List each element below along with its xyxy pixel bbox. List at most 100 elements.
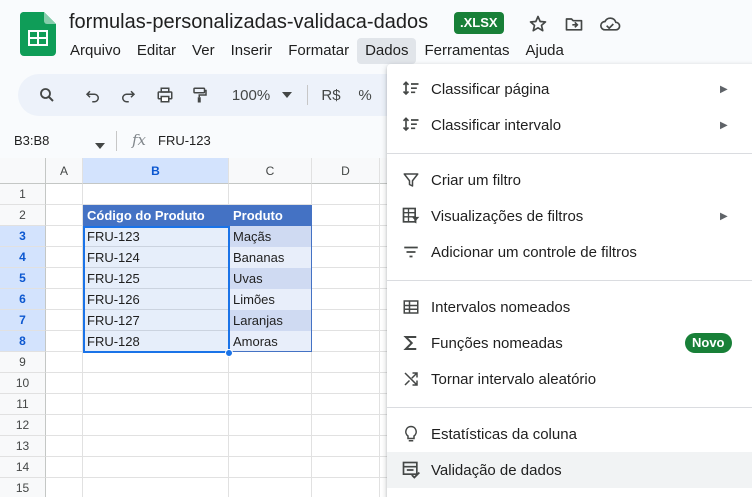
dados-menu: Classificar página ▶ Classificar interva… xyxy=(387,64,752,497)
menu-item-label: Classificar intervalo xyxy=(431,116,562,134)
submenu-arrow-icon: ▶ xyxy=(720,119,728,131)
column-header-d[interactable]: D xyxy=(312,158,380,184)
table-cell-code[interactable]: FRU-125 xyxy=(83,268,229,289)
new-badge: Novo xyxy=(685,333,732,353)
menu-item-label: Validação de dados xyxy=(431,461,562,479)
row-header-13[interactable]: 13 xyxy=(0,436,46,457)
row-header-8[interactable]: 8 xyxy=(0,331,46,352)
menu-ver[interactable]: Ver xyxy=(184,38,223,64)
row-header-7[interactable]: 7 xyxy=(0,310,46,331)
menu-item-controle-filtros[interactable]: Adicionar um controle de filtros xyxy=(387,234,752,270)
zoom-dropdown-icon[interactable] xyxy=(280,84,294,106)
table-cell-product[interactable]: Amoras xyxy=(229,331,312,352)
formula-input[interactable]: FRU-123 xyxy=(158,133,211,148)
named-ranges-icon xyxy=(401,297,421,317)
print-icon[interactable] xyxy=(154,84,176,106)
menu-item-label: Estatísticas da coluna xyxy=(431,425,577,443)
row-header-14[interactable]: 14 xyxy=(0,457,46,478)
menu-separator xyxy=(387,280,752,281)
menu-arquivo[interactable]: Arquivo xyxy=(62,38,129,64)
currency-format-button[interactable]: R$ xyxy=(318,84,344,106)
lightbulb-icon xyxy=(401,424,421,444)
menu-item-validacao-dados[interactable]: Validação de dados xyxy=(387,452,752,488)
sheets-app: formulas-personalizadas-validaca-dados .… xyxy=(0,0,752,497)
row-header-10[interactable]: 10 xyxy=(0,373,46,394)
menu-item-label: Criar um filtro xyxy=(431,171,522,189)
data-validation-icon xyxy=(401,460,421,480)
menu-item-intervalo-aleatorio[interactable]: Tornar intervalo aleatório xyxy=(387,361,752,397)
table-cell-product[interactable]: Maçãs xyxy=(229,226,312,247)
menu-item-label: Visualizações de filtros xyxy=(431,207,584,225)
cloud-status-icon[interactable] xyxy=(599,13,621,35)
table-cell-product[interactable]: Uvas xyxy=(229,268,312,289)
row-header-3[interactable]: 3 xyxy=(0,226,46,247)
filter-views-icon xyxy=(401,206,421,226)
table-cell-code[interactable]: FRU-124 xyxy=(83,247,229,268)
move-folder-icon[interactable] xyxy=(563,13,585,35)
menu-item-funcoes-nomeadas[interactable]: Funções nomeadas Novo xyxy=(387,325,752,361)
row-header-6[interactable]: 6 xyxy=(0,289,46,310)
table-header-produto[interactable]: Produto xyxy=(229,205,312,226)
row-header-12[interactable]: 12 xyxy=(0,415,46,436)
menu-item-label: Intervalos nomeados xyxy=(431,298,571,316)
fill-handle[interactable] xyxy=(225,349,233,357)
row-header-5[interactable]: 5 xyxy=(0,268,46,289)
zoom-value[interactable]: 100% xyxy=(227,84,275,106)
menu-item-intervalos-nomeados[interactable]: Intervalos nomeados xyxy=(387,289,752,325)
row-header-9[interactable]: 9 xyxy=(0,352,46,373)
file-format-badge: .XLSX xyxy=(454,12,504,34)
menu-formatar[interactable]: Formatar xyxy=(280,38,357,64)
row-header-1[interactable]: 1 xyxy=(0,184,46,205)
menu-item-classificar-intervalo[interactable]: Classificar intervalo ▶ xyxy=(387,107,752,143)
row-header-15[interactable]: 15 xyxy=(0,478,46,497)
gridline xyxy=(379,184,380,497)
menu-editar[interactable]: Editar xyxy=(129,38,184,64)
paint-format-icon[interactable] xyxy=(189,84,211,106)
toolbar-separator xyxy=(307,85,308,105)
column-header-a[interactable]: A xyxy=(46,158,83,184)
undo-icon[interactable] xyxy=(82,84,104,106)
name-box[interactable]: B3:B8 xyxy=(14,133,49,148)
table-cell-product[interactable]: Limões xyxy=(229,289,312,310)
menu-separator xyxy=(387,153,752,154)
row-header-4[interactable]: 4 xyxy=(0,247,46,268)
table-cell-code[interactable]: FRU-123 xyxy=(83,226,229,247)
document-title[interactable]: formulas-personalizadas-validaca-dados xyxy=(69,11,428,34)
fx-icon: fx xyxy=(132,131,147,149)
menu-separator xyxy=(387,407,752,408)
shuffle-icon xyxy=(401,369,421,389)
menu-item-label: Funções nomeadas xyxy=(431,334,563,352)
sheets-logo-icon[interactable] xyxy=(20,12,56,56)
menu-item-label: Tornar intervalo aleatório xyxy=(431,370,597,388)
filter-icon xyxy=(401,170,421,190)
table-cell-product[interactable]: Laranjas xyxy=(229,310,312,331)
star-icon[interactable] xyxy=(527,13,549,35)
menu-item-classificar-pagina[interactable]: Classificar página ▶ xyxy=(387,71,752,107)
table-cell-product[interactable]: Bananas xyxy=(229,247,312,268)
row-header-11[interactable]: 11 xyxy=(0,394,46,415)
column-header-b[interactable]: B xyxy=(83,158,229,184)
redo-icon[interactable] xyxy=(117,84,139,106)
table-cell-code[interactable]: FRU-127 xyxy=(83,310,229,331)
menu-dados[interactable]: Dados xyxy=(357,38,417,64)
table-header-codigo[interactable]: Código do Produto xyxy=(83,205,229,226)
table-cell-code[interactable]: FRU-128 xyxy=(83,331,229,352)
menu-ajuda[interactable]: Ajuda xyxy=(517,38,571,64)
sort-icon xyxy=(401,79,421,99)
search-menus-icon[interactable] xyxy=(36,84,58,106)
percent-format-button[interactable]: % xyxy=(356,84,374,106)
formula-bar-separator xyxy=(116,131,117,151)
menu-item-visualizacoes-filtros[interactable]: Visualizações de filtros ▶ xyxy=(387,198,752,234)
menu-ferramentas[interactable]: Ferramentas xyxy=(416,38,517,64)
menu-item-criar-filtro[interactable]: Criar um filtro xyxy=(387,162,752,198)
menu-item-label: Classificar página xyxy=(431,80,550,98)
column-header-c[interactable]: C xyxy=(229,158,312,184)
row-header-2[interactable]: 2 xyxy=(0,205,46,226)
menu-item-estatisticas-coluna[interactable]: Estatísticas da coluna xyxy=(387,416,752,452)
submenu-arrow-icon: ▶ xyxy=(720,83,728,95)
menu-inserir[interactable]: Inserir xyxy=(223,38,281,64)
select-all-corner[interactable] xyxy=(0,158,46,184)
sigma-icon xyxy=(401,333,421,353)
name-box-dropdown-icon[interactable] xyxy=(95,136,105,154)
table-cell-code[interactable]: FRU-126 xyxy=(83,289,229,310)
